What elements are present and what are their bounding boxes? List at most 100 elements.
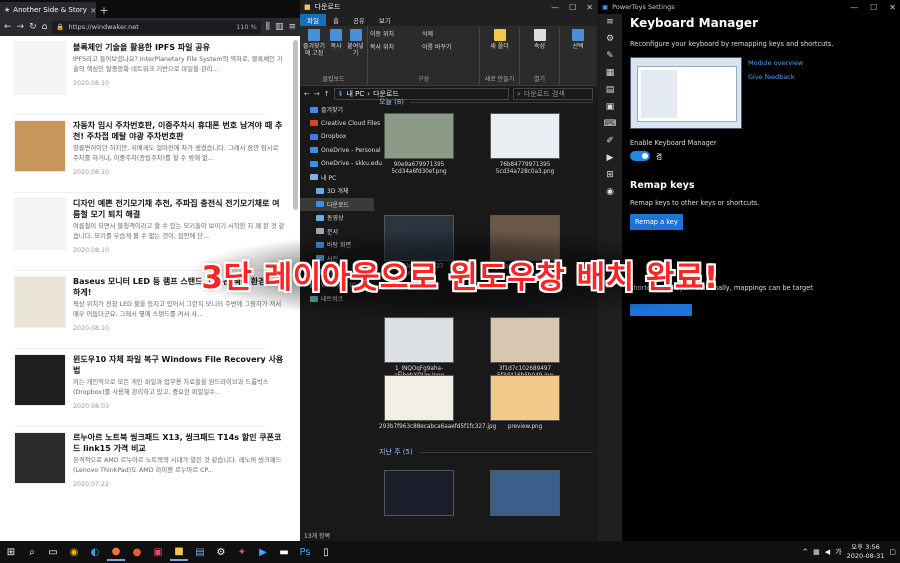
- file-item[interactable]: 76b84779971395 5cd34a728c0a3.png: [485, 113, 565, 176]
- volume-icon[interactable]: ◀: [825, 548, 830, 556]
- explorer-icon[interactable]: ■: [170, 543, 188, 561]
- article-thumbnail[interactable]: [14, 198, 66, 250]
- start-icon[interactable]: ⊞: [2, 543, 20, 561]
- remap-key-button[interactable]: Remap a key: [630, 214, 683, 230]
- article-title[interactable]: 르누아르 노트북 씽크패드 X13, 씽크패드 T14s 할인 쿠폰코드 lin…: [73, 432, 286, 454]
- module-overview-link[interactable]: Module overview: [748, 56, 803, 70]
- fancyzones-icon[interactable]: ▦: [606, 65, 615, 82]
- search-icon[interactable]: ⌕: [23, 543, 41, 561]
- nav-item[interactable]: OneDrive - Personal: [300, 144, 381, 158]
- breadcrumb-pc[interactable]: 내 PC: [347, 89, 365, 99]
- copy-button[interactable]: 복사: [330, 29, 342, 57]
- photoshop-icon[interactable]: Ps: [296, 543, 314, 561]
- close-icon[interactable]: ✕: [586, 3, 593, 12]
- file-item[interactable]: preview.png: [485, 375, 565, 431]
- group-lastweek[interactable]: 지난 주 (5): [375, 445, 597, 459]
- chrome-icon[interactable]: ◉: [65, 543, 83, 561]
- notepad-icon[interactable]: ▯: [317, 543, 335, 561]
- page-scrollbar[interactable]: [293, 40, 298, 210]
- article-title[interactable]: 디자인 예쁜 전기모기채 추천, 주파집 충전식 전기모기채로 여름철 모기 퇴…: [73, 198, 286, 220]
- nav-item[interactable]: OneDrive - skku.edu: [300, 157, 382, 171]
- article-item[interactable]: 윈도우10 자체 파일 복구 Windows File Recovery 사용법…: [0, 354, 300, 410]
- color-picker-icon[interactable]: ✎: [606, 48, 614, 65]
- chevron-up-icon[interactable]: ^: [802, 548, 808, 556]
- group-today[interactable]: 오늘 (8): [375, 95, 597, 109]
- back-icon[interactable]: ←: [304, 90, 310, 98]
- task-view-icon[interactable]: ▭: [44, 543, 62, 561]
- settings-icon[interactable]: ⚙: [212, 543, 230, 561]
- file-item[interactable]: 3f1d7c102689497 5f3d416b5b049.jpg: [485, 317, 565, 380]
- reload-icon[interactable]: ↻: [29, 22, 37, 32]
- file-explorer-icon[interactable]: ▤: [606, 82, 615, 99]
- ime-icon[interactable]: 가: [835, 547, 841, 557]
- select-button[interactable]: 선택: [562, 29, 594, 50]
- article-title[interactable]: 윈도우10 자체 파일 복구 Windows File Recovery 사용법: [73, 354, 286, 376]
- nav-item[interactable]: Dropbox: [300, 130, 374, 144]
- enable-toggle[interactable]: 켬: [630, 151, 896, 161]
- shortcut-guide-icon[interactable]: ⊞: [606, 167, 614, 184]
- nav-item[interactable]: 내 PC: [300, 171, 374, 185]
- article-item[interactable]: 르누아르 노트북 씽크패드 X13, 씽크패드 T14s 할인 쿠폰코드 lin…: [0, 432, 300, 488]
- file-item[interactable]: 293b7f963c88ecabca6aaefd5f1fc327.jpg: [379, 375, 496, 431]
- file-item[interactable]: [379, 470, 459, 519]
- nav-item[interactable]: 즐겨찾기: [300, 103, 374, 117]
- properties-button[interactable]: 속성: [522, 29, 557, 50]
- pin-button[interactable]: 즐겨찾기에 고정: [302, 29, 326, 57]
- article-title[interactable]: 블록체인 기술을 활용한 IPFS 파일 공유: [73, 42, 286, 53]
- notification-icon[interactable]: ▢: [889, 548, 896, 556]
- figma-icon[interactable]: ✦: [233, 543, 251, 561]
- article-item[interactable]: 블록체인 기술을 활용한 IPFS 파일 공유 IPFS라고 들어보셨나요? In…: [0, 42, 300, 94]
- paste-button[interactable]: 붙여넣기: [346, 29, 365, 57]
- video-conference-icon[interactable]: ◉: [606, 184, 614, 201]
- file-item[interactable]: 1_INQOqFg9aha-aEibqhXQUw.jpeg: [379, 317, 459, 380]
- up-icon[interactable]: ↑: [324, 90, 330, 98]
- nav-item[interactable]: 동영상: [300, 211, 374, 225]
- url-bar[interactable]: 🔒 https://windwaker.net 110 %: [52, 20, 261, 34]
- forward-icon[interactable]: →: [314, 90, 320, 98]
- power-rename-icon[interactable]: ✐: [606, 133, 614, 150]
- new-tab-button[interactable]: +: [96, 4, 112, 18]
- library-icon[interactable]: ⫼: [266, 22, 270, 32]
- move-to-button[interactable]: 이동 위치: [370, 29, 418, 38]
- run-icon[interactable]: ▶: [607, 150, 614, 167]
- tab-file[interactable]: 파일: [300, 14, 326, 26]
- tab-view[interactable]: 보기: [372, 14, 398, 26]
- general-gear-icon[interactable]: ⚙: [606, 31, 614, 48]
- image-resizer-icon[interactable]: ▣: [606, 99, 615, 116]
- store-icon[interactable]: ▤: [191, 543, 209, 561]
- toggle-switch[interactable]: [630, 151, 650, 161]
- file-item[interactable]: [485, 470, 565, 519]
- terminal-icon[interactable]: ▬: [275, 543, 293, 561]
- home-icon[interactable]: ⌂: [42, 22, 48, 32]
- maximize-icon[interactable]: ☐: [870, 3, 877, 12]
- file-item[interactable]: 90e9a679971395 5cd34a6fd30ef.png: [379, 113, 459, 176]
- network-icon[interactable]: ▦: [813, 548, 820, 556]
- article-item[interactable]: 자동차 임시 주차번호판, 이중주차시 휴대폰 번호 남겨야 때 추천! 주차접…: [0, 120, 300, 176]
- delete-button[interactable]: 삭제: [422, 29, 433, 38]
- minimize-icon[interactable]: —: [850, 3, 858, 12]
- nav-item[interactable]: 3D 개체: [300, 184, 374, 198]
- media-icon[interactable]: ▣: [149, 543, 167, 561]
- maximize-icon[interactable]: ☐: [569, 3, 576, 12]
- keyboard-icon[interactable]: ⌨: [604, 116, 617, 133]
- give-feedback-link[interactable]: Give feedback: [748, 70, 803, 84]
- browser-tab[interactable]: ★ Another Side & Story ×: [0, 2, 96, 18]
- nav-item[interactable]: Creative Cloud Files: [300, 117, 380, 131]
- firefox-dev-icon[interactable]: ●: [128, 543, 146, 561]
- copy-to-button[interactable]: 복사 위치: [370, 42, 418, 51]
- zoom-level[interactable]: 110 %: [236, 23, 257, 31]
- article-thumbnail[interactable]: [14, 276, 66, 328]
- clock[interactable]: 오후 3:56 2020-08-31: [847, 543, 885, 561]
- rename-button[interactable]: 이름 바꾸기: [422, 42, 452, 51]
- minimize-icon[interactable]: —: [551, 3, 559, 12]
- whale-icon[interactable]: ◐: [86, 543, 104, 561]
- article-thumbnail[interactable]: [14, 120, 66, 172]
- nav-item[interactable]: 다운로드: [300, 197, 374, 211]
- article-thumbnail[interactable]: [14, 432, 66, 484]
- forward-icon[interactable]: →: [17, 22, 25, 32]
- menu-icon[interactable]: ≡: [288, 22, 296, 32]
- zoom-icon[interactable]: ▶: [254, 543, 272, 561]
- tab-home[interactable]: 홈: [326, 14, 346, 26]
- article-title[interactable]: 자동차 임시 주차번호판, 이중주차시 휴대폰 번호 남겨야 때 추천! 주차접…: [73, 120, 286, 142]
- new-folder-button[interactable]: 새 폴더: [482, 29, 517, 50]
